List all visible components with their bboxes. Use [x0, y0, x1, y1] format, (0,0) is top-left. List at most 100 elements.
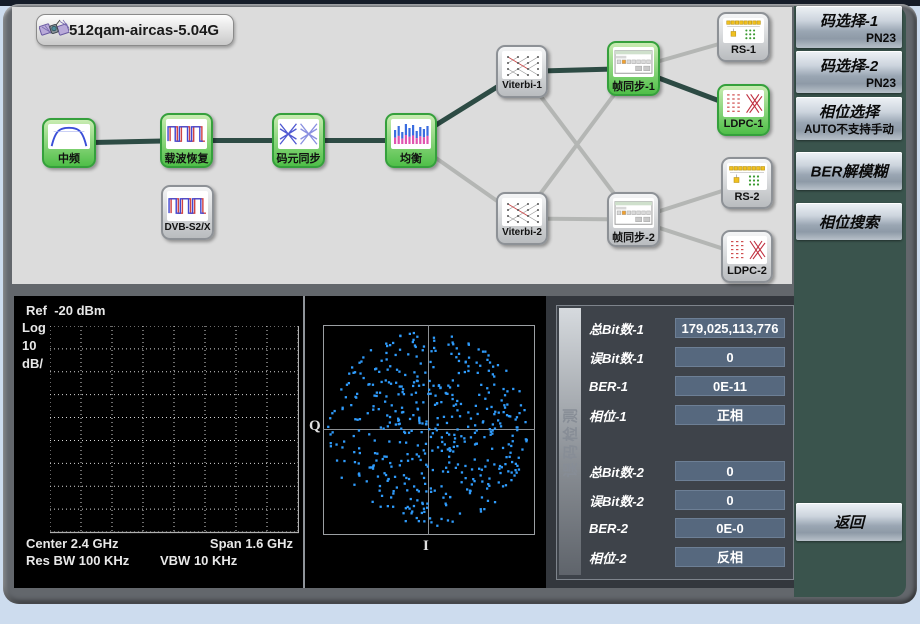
back-button[interactable]: 返回 [796, 503, 902, 541]
node-viterbi1[interactable]: Viterbi-1 [496, 45, 548, 98]
i-axis-label: I [423, 538, 429, 555]
ber-row-label: 误Bit数-2 [589, 491, 644, 510]
sidebar-button-value: PN23 [866, 76, 896, 90]
ber-row-value: 反相 [675, 547, 785, 567]
ber-strip: 误码检测 [559, 308, 581, 575]
node-zhongpin[interactable]: 中频 [42, 118, 96, 168]
ber-row-label: BER-2 [589, 521, 628, 536]
ber-row-label: BER-1 [589, 379, 628, 394]
ber-row-value: 0 [675, 490, 785, 510]
ber-row-2: 误Bit数-1 0 [589, 347, 785, 367]
spectrum-analyzer-panel: Ref -20 dBm Log 10 dB/ Center 2.4 GHz Sp… [14, 296, 305, 588]
node-rs1[interactable]: RS-1 [717, 12, 770, 62]
center-freq-label: Center 2.4 GHz [26, 536, 118, 551]
ldpc-icon [723, 90, 764, 117]
ber-row-value: 0E-11 [675, 376, 785, 396]
node-ldpc1[interactable]: LDPC-1 [717, 84, 770, 136]
node-junheng[interactable]: 均衡 [385, 113, 437, 168]
ber-row-7: BER-2 0E-0 [589, 518, 785, 538]
ber-row-6: 误Bit数-2 0 [589, 490, 785, 510]
squarewave-icon [166, 119, 207, 149]
ber-row-5: 总Bit数-20 [589, 461, 785, 481]
rbw-label: Res BW 100 KHz [26, 553, 129, 568]
node-label: 码元同步 [274, 150, 323, 165]
scale-label-dbdiv: dB/ [22, 356, 43, 371]
bars-icon [391, 119, 431, 149]
node-label: 载波恢复 [162, 150, 211, 165]
sidebar-button-1[interactable]: 码选择-1PN23 [796, 6, 902, 48]
ber-row-value: 0 [675, 461, 785, 481]
ber-row-label: 总Bit数-1 [589, 319, 644, 338]
sidebar-button-label: BER解模糊 [796, 161, 902, 182]
demodulator-app: { "window":{"topbar_color":"#151c28","fr… [0, 0, 920, 624]
ber-row-label: 相位-1 [589, 406, 627, 425]
frame-icon [613, 47, 654, 77]
spectrum-plot [50, 326, 299, 534]
ber-row-label: 误Bit数-1 [589, 348, 644, 367]
node-label: DVB-S2/X [163, 222, 212, 237]
sidebar-button-3[interactable]: 相位选择AUTO不支持手动 [796, 97, 902, 140]
spectrum-grid [50, 326, 299, 534]
node-label: LDPC-2 [723, 265, 771, 280]
span-label: Span 1.6 GHz [210, 536, 293, 551]
sidebar-button-label: 相位选择 [796, 101, 902, 122]
ber-row-4: 相位-1 正相 [589, 405, 785, 425]
sidebar-button-label: 码选择-2 [796, 55, 902, 76]
trellis-icon [502, 51, 542, 79]
node-zaibo[interactable]: 载波恢复 [160, 113, 213, 168]
back-button-label: 返回 [796, 512, 902, 533]
ber-area: 误码检测 总Bit数-1 179,025,113,776 误Bit数-1 0 BER-1… [546, 296, 794, 588]
sidebar-button-5[interactable]: 相位搜索 [796, 203, 902, 240]
scale-label-log: Log [22, 320, 46, 335]
node-label: 中频 [44, 150, 94, 165]
mission-title-button[interactable]: 512qam-aircas-5.04G [36, 14, 234, 46]
node-label: RS-2 [723, 191, 771, 206]
rs-icon [723, 18, 764, 43]
ref-label: Ref [26, 303, 47, 318]
constellation-box [323, 325, 535, 535]
ber-row-8: 相位-2 反相 [589, 547, 785, 567]
node-label: LDPC-1 [719, 118, 768, 133]
sidebar: 码选择-1PN23码选择-2PN23相位选择AUTO不支持手动BER解模糊相位搜… [794, 6, 906, 597]
trellis-icon [502, 198, 542, 226]
node-dvbs2x[interactable]: DVB-S2/X [161, 185, 214, 240]
mission-title: 512qam-aircas-5.04G [69, 22, 219, 39]
vbw-label: VBW 10 KHz [160, 553, 237, 568]
q-axis-label: Q [309, 418, 321, 435]
sidebar-button-2[interactable]: 码选择-2PN23 [796, 51, 902, 93]
satellite-icon [39, 16, 69, 44]
node-label: Viterbi-2 [498, 227, 546, 242]
sidebar-button-4[interactable]: BER解模糊 [796, 152, 902, 190]
ber-row-value: 0E-0 [675, 518, 785, 538]
node-label: Viterbi-1 [498, 80, 546, 95]
ber-row-3: BER-1 0E-11 [589, 376, 785, 396]
scale-label-10: 10 [22, 338, 36, 353]
sidebar-button-value: PN23 [866, 31, 896, 45]
rs-icon [727, 163, 767, 190]
ber-row-value: 正相 [675, 405, 785, 425]
constellation-panel: Q I [305, 296, 546, 588]
bandpass-icon [48, 124, 90, 149]
constellation-plot [323, 325, 535, 535]
node-ldpc2[interactable]: LDPC-2 [721, 230, 773, 283]
node-label: RS-1 [719, 44, 768, 59]
node-label: 帧同步-2 [609, 229, 658, 244]
ldpc-icon [727, 236, 767, 264]
node-label: 均衡 [387, 150, 435, 165]
node-label: 帧同步-1 [609, 78, 658, 93]
ber-row-value: 179,025,113,776 [675, 318, 785, 338]
ber-row-value: 0 [675, 347, 785, 367]
ber-row-label: 相位-2 [589, 548, 627, 567]
ber-readout-box: 误码检测 总Bit数-1 179,025,113,776 误Bit数-1 0 BER-1… [556, 305, 794, 580]
node-viterbi2[interactable]: Viterbi-2 [496, 192, 548, 245]
node-zhentongbu1[interactable]: 帧同步-1 [607, 41, 660, 96]
sidebar-button-label: 码选择-1 [796, 10, 902, 31]
node-mayuan[interactable]: 码元同步 [272, 113, 325, 168]
signal-chain-diagram: 中频 载波恢复 DVB-S2/X 码元同步 均衡 Viterbi-1 Viterbi-2 帧同… [12, 7, 792, 284]
node-zhentongbu2[interactable]: 帧同步-2 [607, 192, 660, 247]
node-rs2[interactable]: RS-2 [721, 157, 773, 209]
sidebar-button-label: 相位搜索 [796, 211, 902, 232]
ber-row-1: 总Bit数-1 179,025,113,776 [589, 318, 785, 338]
eye-icon [278, 119, 319, 149]
sidebar-button-value: AUTO不支持手动 [796, 121, 902, 137]
